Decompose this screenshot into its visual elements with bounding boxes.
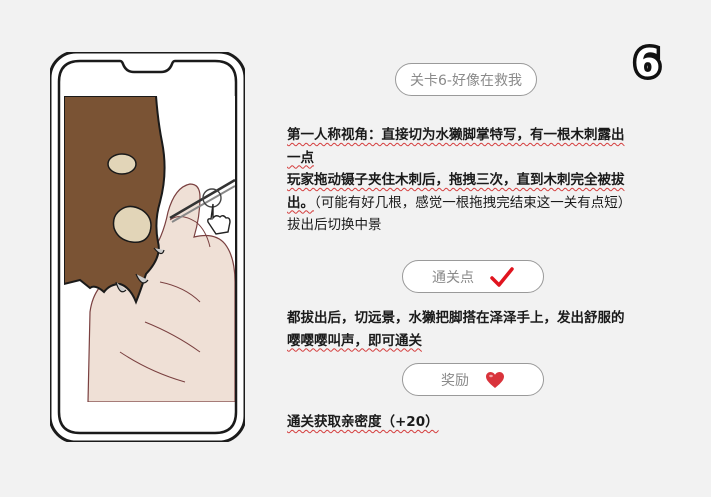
clear-description-line-2: 嘤嘤嘤叫声，即可通关	[287, 332, 422, 349]
clear-description: 都拔出后，切远景，水獭把脚搭在泽泽手上，发出舒服的 嘤嘤嘤叫声，即可通关	[287, 307, 687, 352]
clear-description-line-1: 都拔出后，切远景，水獭把脚搭在泽泽手上，发出舒服的	[287, 310, 625, 326]
reward-text: 通关获取亲密度（+20）	[287, 411, 687, 434]
heart-icon	[486, 371, 504, 388]
clear-point-label: 通关点	[432, 269, 474, 286]
reward-button[interactable]: 奖励	[402, 363, 544, 396]
level-title-pill: 关卡6-好像在救我	[395, 63, 537, 96]
description-line-3: 拔出后切换中景	[287, 217, 382, 233]
checkmark-icon	[490, 266, 514, 287]
phone-mockup	[50, 52, 245, 442]
reward-text-line: 通关获取亲密度（+20）	[287, 414, 439, 430]
level-number-badge: 6	[630, 41, 664, 86]
reward-label: 奖励	[441, 372, 469, 389]
otter-paw-illustration	[64, 96, 235, 402]
level-title: 关卡6-好像在救我	[410, 72, 522, 89]
description-line-1: 第一人称视角：直接切为水獭脚掌特写，有一根木刺露出	[287, 127, 625, 143]
description-line-1b: 一点	[287, 149, 314, 166]
description-line-2b: 出。	[287, 194, 314, 211]
level-description: 第一人称视角：直接切为水獭脚掌特写，有一根木刺露出 一点 玩家拖动镊子夹住木刺后…	[287, 124, 687, 237]
description-line-2: 玩家拖动镊子夹住木刺后，拖拽三次，直到木刺完全被拔	[287, 172, 625, 188]
clear-point-button[interactable]: 通关点	[402, 260, 544, 293]
description-line-2c: （可能有好几根，感觉一根拖拽完结束这一关有点短）	[314, 194, 632, 211]
